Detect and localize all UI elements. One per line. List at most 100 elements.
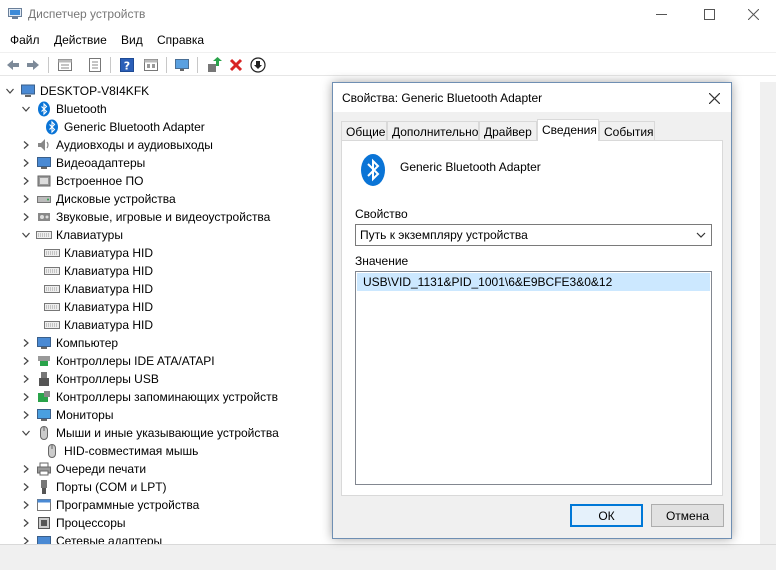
forward-button[interactable]	[24, 56, 42, 74]
minimize-icon	[655, 13, 667, 15]
tree-device[interactable]: Клавиатура HID	[44, 316, 153, 334]
expand-arrow-icon[interactable]	[20, 172, 32, 190]
mouse-icon	[36, 425, 52, 441]
tree-category[interactable]: Дисковые устройства	[20, 190, 176, 208]
scan-hardware-button[interactable]	[173, 56, 191, 74]
tree-item-label: Очереди печати	[56, 462, 147, 476]
tree-category[interactable]: Сетевые адаптеры	[20, 532, 162, 544]
list-icon	[89, 58, 101, 72]
bluetooth-icon	[44, 119, 60, 135]
value-list[interactable]: USB\VID_1131&PID_1001\6&E9BCFE3&0&12	[355, 271, 712, 485]
tree-category[interactable]: Компьютер	[20, 334, 118, 352]
expand-arrow-icon[interactable]	[20, 388, 32, 406]
tree-category[interactable]: Очереди печати	[20, 460, 146, 478]
tree-category[interactable]: Порты (COM и LPT)	[20, 478, 167, 496]
keyboard-icon	[36, 227, 52, 243]
expand-arrow-icon[interactable]	[20, 370, 32, 388]
tree-device[interactable]: Клавиатура HID	[44, 244, 153, 262]
cancel-button[interactable]: Отмена	[651, 504, 724, 527]
update-driver-button[interactable]	[205, 56, 223, 74]
expand-arrow-icon[interactable]	[20, 478, 32, 496]
help-button[interactable]: ?	[118, 56, 136, 74]
tree-view-button[interactable]	[56, 56, 74, 74]
close-button[interactable]	[730, 0, 776, 28]
tree-category[interactable]: Видеоадаптеры	[20, 154, 145, 172]
tree-item-label: Аудиовходы и аудиовыходы	[56, 138, 213, 152]
status-bar	[0, 544, 776, 570]
minimize-button[interactable]	[638, 0, 684, 28]
tree-item-label: Программные устройства	[56, 498, 200, 512]
tree-item-label: Процессоры	[56, 516, 126, 530]
tab-advanced[interactable]: Дополнительно	[387, 121, 479, 140]
tree-category[interactable]: Контроллеры USB	[20, 370, 159, 388]
tab-details[interactable]: Сведения	[537, 119, 599, 141]
svg-text:?: ?	[124, 60, 130, 73]
tab-events[interactable]: События	[599, 121, 655, 140]
keyboard-icon	[44, 317, 60, 333]
tree-device[interactable]: HID-совместимая мышь	[44, 442, 198, 460]
tree-category[interactable]: Мониторы	[20, 406, 113, 424]
forward-icon	[27, 60, 39, 70]
value-list-item[interactable]: USB\VID_1131&PID_1001\6&E9BCFE3&0&12	[357, 273, 710, 291]
dialog-close-button[interactable]	[703, 87, 725, 109]
value-label: Значение	[355, 254, 409, 268]
tree-category[interactable]: Процессоры	[20, 514, 126, 532]
window-title: Диспетчер устройств	[28, 7, 146, 21]
expand-arrow-icon[interactable]	[20, 334, 32, 352]
collapse-arrow-icon[interactable]	[20, 226, 32, 244]
tree-category[interactable]: Bluetooth	[20, 100, 107, 118]
tab-driver[interactable]: Драйвер	[479, 121, 537, 140]
expand-arrow-icon[interactable]	[20, 136, 32, 154]
title-bar: Диспетчер устройств	[0, 0, 776, 30]
property-dropdown[interactable]: Путь к экземпляру устройства	[355, 224, 712, 246]
menu-help[interactable]: Справка	[155, 33, 206, 47]
tree-item-label: Мыши и иные указывающие устройства	[56, 426, 279, 440]
monitor-icon	[36, 407, 52, 423]
expand-arrow-icon[interactable]	[20, 352, 32, 370]
tree-device[interactable]: Клавиатура HID	[44, 280, 153, 298]
expand-arrow-icon[interactable]	[20, 208, 32, 226]
tree-category[interactable]: Аудиовходы и аудиовыходы	[20, 136, 213, 154]
tree-category[interactable]: Мыши и иные указывающие устройства	[20, 424, 279, 442]
expand-arrow-icon[interactable]	[20, 514, 32, 532]
menu-file[interactable]: Файл	[8, 33, 42, 47]
expand-arrow-icon[interactable]	[20, 532, 32, 544]
tree-item-label: Generic Bluetooth Adapter	[64, 120, 205, 134]
tree-device[interactable]: Клавиатура HID	[44, 298, 153, 316]
tree-category[interactable]: Контроллеры IDE ATA/ATAPI	[20, 352, 215, 370]
expand-arrow-icon[interactable]	[20, 154, 32, 172]
expand-arrow-icon[interactable]	[20, 190, 32, 208]
maximize-button[interactable]	[686, 0, 732, 28]
uninstall-button[interactable]	[227, 56, 245, 74]
tree-root[interactable]: DESKTOP-V8I4KFK	[4, 82, 149, 100]
expand-arrow-icon[interactable]	[20, 460, 32, 478]
expand-arrow-icon[interactable]	[20, 406, 32, 424]
back-button[interactable]	[4, 56, 22, 74]
tree-item-label: Контроллеры USB	[56, 372, 159, 386]
tree-category[interactable]: Встроенное ПО	[20, 172, 143, 190]
tree-category[interactable]: Звуковые, игровые и видеоустройства	[20, 208, 270, 226]
uninstall-icon	[229, 58, 243, 72]
expand-arrow-icon[interactable]	[4, 82, 16, 100]
expand-arrow-icon[interactable]	[20, 496, 32, 514]
list-view-button[interactable]	[86, 56, 104, 74]
menu-view[interactable]: Вид	[119, 33, 145, 47]
property-label: Свойство	[355, 207, 408, 221]
tree-category[interactable]: Клавиатуры	[20, 226, 123, 244]
tab-general[interactable]: Общие	[341, 121, 387, 140]
ok-button[interactable]: ОК	[570, 504, 643, 527]
collapse-arrow-icon[interactable]	[20, 100, 32, 118]
tree-item-label: HID-совместимая мышь	[64, 444, 199, 458]
tree-device[interactable]: Generic Bluetooth Adapter	[44, 118, 205, 136]
computer-icon	[20, 83, 36, 99]
tree-category[interactable]: Контроллеры запоминающих устройств	[20, 388, 278, 406]
device-name: Generic Bluetooth Adapter	[400, 160, 541, 174]
vertical-scrollbar[interactable]	[760, 82, 776, 544]
collapse-arrow-icon[interactable]	[20, 424, 32, 442]
tree-category[interactable]: Программные устройства	[20, 496, 199, 514]
download-icon	[250, 57, 266, 73]
tree-device[interactable]: Клавиатура HID	[44, 262, 153, 280]
menu-action[interactable]: Действие	[52, 33, 109, 47]
view-button[interactable]	[142, 56, 160, 74]
download-button[interactable]	[249, 56, 267, 74]
